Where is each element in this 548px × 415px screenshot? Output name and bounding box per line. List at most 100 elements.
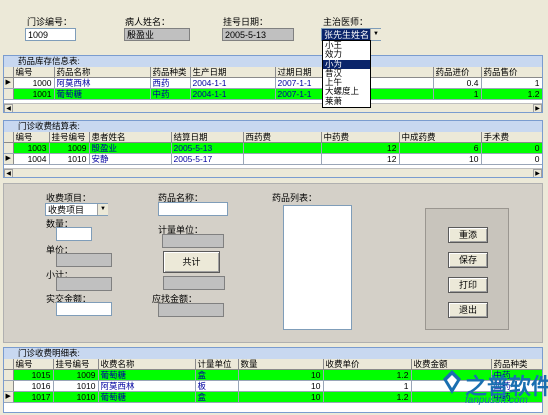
quantity-input[interactable] [56,227,92,241]
table-cell[interactable]: 葡萄糖 [98,369,196,381]
table-cell[interactable]: 2005-5-17 [171,153,244,165]
subtotal-field[interactable] [56,277,112,291]
column-header[interactable]: 药品名称 [54,67,151,78]
table-cell[interactable]: 葡萄糖 [98,391,196,403]
column-header[interactable]: 手术费 [481,132,542,143]
add-button[interactable]: 重添 [448,227,488,243]
table-cell[interactable]: 1017 [13,391,54,403]
table-cell[interactable]: 1 [481,77,542,89]
table-cell[interactable]: 1.2 [323,369,412,381]
table-cell[interactable]: 1004 [13,153,50,165]
save-button[interactable]: 保存 [448,252,488,268]
table-cell[interactable]: 2004-1-1 [190,88,276,100]
table-cell[interactable] [243,142,322,154]
table-cell[interactable]: 2005-5-13 [171,142,244,154]
table-cell[interactable]: 2004-1-1 [190,77,276,89]
table-cell[interactable]: 1010 [49,153,90,165]
paid-amount-input[interactable] [56,302,112,316]
column-header[interactable]: 生产日期 [190,67,276,78]
scroll-right-icon[interactable]: ▶ [533,104,542,112]
column-header[interactable]: 收费金额 [411,359,492,370]
table-cell[interactable]: 1015 [13,369,54,381]
table-cell[interactable]: 0.4 [433,77,482,89]
horizontal-scrollbar[interactable]: ◀ ▶ [4,103,542,112]
column-header[interactable]: 中成药费 [399,132,482,143]
table-cell[interactable] [243,153,322,165]
column-header[interactable]: 编号 [13,132,50,143]
scroll-left-icon[interactable]: ◀ [4,104,13,112]
table-cell[interactable]: 安静 [89,153,172,165]
table-cell[interactable]: 10 [238,391,324,403]
chevron-down-icon[interactable]: ▼ [370,29,381,40]
table-cell[interactable]: 盒 [195,391,239,403]
column-header[interactable]: 编号 [13,67,55,78]
table-cell[interactable]: 10 [238,369,324,381]
table-cell[interactable]: 盒 [195,369,239,381]
table-row[interactable]: ▶ 1000 阿莫西林 西药 2004-1-1 2007-1-1 0.4 1 [4,77,542,89]
column-header[interactable]: 挂号编号 [49,132,90,143]
column-header[interactable]: 结算日期 [171,132,244,143]
table-cell[interactable]: 1 [323,380,412,392]
column-header[interactable]: 计量单位 [195,359,239,370]
doctor-label: 主治医师： [323,17,369,27]
table-cell[interactable]: 葡萄糖 [54,88,151,100]
table-cell[interactable]: 1009 [49,142,90,154]
column-header[interactable]: 药品售价 [481,67,542,78]
column-header[interactable]: 药品种类 [491,359,542,370]
print-button[interactable]: 打印 [448,277,488,293]
table-cell[interactable]: 1010 [53,380,99,392]
register-date-field[interactable]: 2005-5-13 [222,28,294,41]
measure-unit-field[interactable] [162,234,224,248]
exit-button[interactable]: 退出 [448,302,488,318]
scroll-right-icon[interactable]: ▶ [533,169,542,177]
drug-name-input[interactable] [158,202,228,216]
horizontal-scrollbar[interactable]: ◀ ▶ [4,168,542,177]
drug-list-box[interactable] [283,205,352,330]
table-cell[interactable]: 1.2 [481,88,542,100]
table-cell[interactable]: 0 [481,153,542,165]
table-cell[interactable]: 板 [195,380,239,392]
table-cell[interactable]: 1 [433,88,482,100]
table-cell[interactable]: 1.2 [323,391,412,403]
table-cell[interactable]: 1016 [13,380,54,392]
chevron-down-icon[interactable]: ▼ [97,204,108,215]
column-header[interactable]: 中药费 [321,132,400,143]
table-cell[interactable]: 12 [321,153,400,165]
table-cell[interactable]: 1003 [13,142,50,154]
table-cell[interactable]: 1000 [13,77,55,89]
dropdown-option[interactable]: 莱萧 [323,96,370,106]
unit-price-field[interactable] [56,253,112,267]
table-cell[interactable]: 1001 [13,88,55,100]
total-button[interactable]: 共计 [163,251,220,273]
doctor-dropdown-list[interactable]: 小王 效力 小为 昔汉 上午 大螺度上 莱萧 [322,40,371,108]
total-field[interactable] [163,276,225,290]
table-row[interactable]: 1003 1009 殷盈业 2005-5-13 12 6 0 [4,142,542,154]
column-header[interactable]: 药品种类 [150,67,191,78]
table-cell[interactable]: 阿莫西林 [98,380,196,392]
table-cell[interactable]: 12 [321,142,400,154]
scroll-left-icon[interactable]: ◀ [4,169,13,177]
column-header[interactable]: 编号 [13,359,54,370]
table-cell[interactable]: 西药 [150,77,191,89]
column-header[interactable]: 药品进价 [433,67,482,78]
table-cell[interactable]: 中药 [150,88,191,100]
table-cell[interactable]: 1009 [53,369,99,381]
table-row[interactable]: ▶ 1004 1010 安静 2005-5-17 12 10 0 [4,153,542,165]
clinic-no-input[interactable]: 1009 [25,28,76,41]
table-cell[interactable]: 6 [399,142,482,154]
table-cell[interactable]: 殷盈业 [89,142,172,154]
table-cell[interactable]: 阿莫西林 [54,77,151,89]
table-cell[interactable]: 10 [399,153,482,165]
column-header[interactable]: 收费单价 [323,359,412,370]
table-cell[interactable]: 1010 [53,391,99,403]
table-row[interactable]: 1001 葡萄糖 中药 2004-1-1 2007-1-1 1 1.2 [4,88,542,100]
patient-name-field[interactable]: 殷盈业 [124,28,190,41]
receivable-amount-field[interactable] [158,303,224,317]
column-header[interactable]: 西药费 [243,132,322,143]
column-header[interactable]: 患者姓名 [89,132,172,143]
table-cell[interactable]: 0 [481,142,542,154]
table-cell[interactable]: 10 [238,380,324,392]
column-header[interactable]: 数量 [238,359,324,370]
column-header[interactable]: 收费名称 [98,359,196,370]
column-header[interactable]: 挂号编号 [53,359,99,370]
